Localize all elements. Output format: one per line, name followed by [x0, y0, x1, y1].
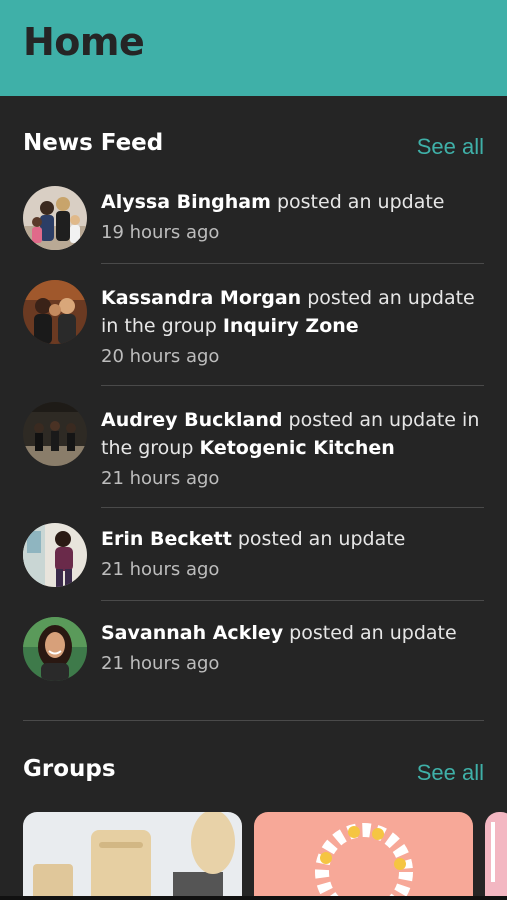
- feed-item-text: Audrey Buckland posted an update in the …: [101, 406, 491, 493]
- group-card[interactable]: [254, 812, 473, 900]
- avatar[interactable]: [23, 523, 87, 587]
- groups-title: Groups: [23, 756, 116, 782]
- section-divider: [23, 720, 484, 721]
- feed-group-link[interactable]: Ketogenic Kitchen: [199, 437, 394, 459]
- feed-action-text: posted an update: [270, 191, 445, 213]
- avatar[interactable]: [23, 402, 87, 466]
- app-header: Home: [0, 0, 507, 96]
- news-feed-title: News Feed: [23, 130, 164, 156]
- feed-divider: [101, 507, 484, 508]
- avatar[interactable]: [23, 280, 87, 344]
- feed-author-name[interactable]: Alyssa Bingham: [101, 191, 271, 213]
- feed-item-text: Alyssa Bingham posted an update 19 hours…: [101, 188, 491, 247]
- feed-divider: [101, 263, 484, 264]
- feed-divider: [101, 600, 484, 601]
- group-card[interactable]: [485, 812, 507, 900]
- feed-action-text: posted an update: [283, 622, 457, 644]
- feed-group-prefix: the group: [101, 437, 200, 459]
- avatar[interactable]: [23, 186, 87, 250]
- feed-timestamp: 21 hours ago: [101, 468, 220, 489]
- feed-group-prefix: the group: [124, 315, 223, 337]
- feed-item-text: Erin Beckett posted an update 21 hours a…: [101, 525, 491, 584]
- news-feed-see-all-link[interactable]: See all: [417, 134, 484, 160]
- feed-action-text: posted an update: [231, 528, 406, 550]
- feed-timestamp: 21 hours ago: [101, 559, 220, 580]
- feed-item-text: Kassandra Morgan posted an update in the…: [101, 284, 491, 371]
- bottom-edge: [0, 896, 507, 900]
- feed-item-text: Savannah Ackley posted an update 21 hour…: [101, 619, 491, 678]
- feed-author-name[interactable]: Savannah Ackley: [101, 622, 283, 644]
- feed-action-text: posted an update in: [282, 409, 480, 431]
- feed-author-name[interactable]: Erin Beckett: [101, 528, 232, 550]
- page-title: Home: [23, 20, 145, 64]
- group-card[interactable]: [23, 812, 242, 900]
- feed-timestamp: 21 hours ago: [101, 653, 220, 674]
- groups-see-all-link[interactable]: See all: [417, 760, 484, 786]
- feed-timestamp: 19 hours ago: [101, 222, 220, 243]
- feed-timestamp: 20 hours ago: [101, 346, 220, 367]
- feed-group-link[interactable]: Inquiry Zone: [223, 315, 359, 337]
- feed-author-name[interactable]: Audrey Buckland: [101, 409, 282, 431]
- avatar[interactable]: [23, 617, 87, 681]
- feed-author-name[interactable]: Kassandra Morgan: [101, 287, 301, 309]
- feed-divider: [101, 385, 484, 386]
